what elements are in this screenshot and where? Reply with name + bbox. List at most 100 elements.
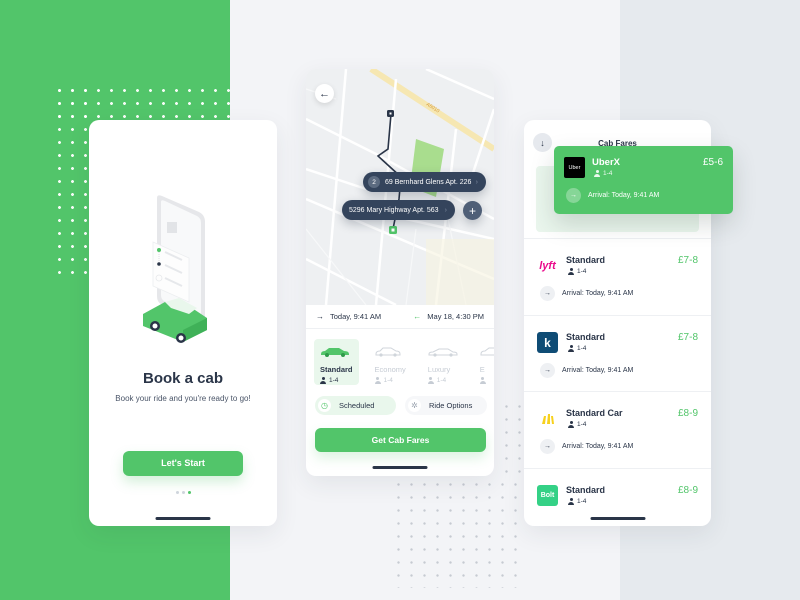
person-icon bbox=[594, 170, 600, 177]
person-icon bbox=[568, 421, 574, 428]
scheduled-button[interactable]: ◷ Scheduled bbox=[315, 396, 396, 415]
person-icon bbox=[427, 377, 434, 384]
depart-time[interactable]: → Today, 9:41 AM bbox=[316, 312, 381, 321]
fare-arrival: Arrival: Today, 9:41 AM bbox=[562, 443, 634, 450]
collapse-button[interactable]: ↓ bbox=[533, 133, 552, 152]
car-icon bbox=[321, 348, 349, 357]
fare-name: Standard bbox=[566, 332, 606, 342]
booking-options: ◷ Scheduled ✲ Ride Options bbox=[315, 396, 487, 415]
plus-icon: + bbox=[468, 203, 476, 218]
fare-price: £8-9 bbox=[677, 408, 698, 419]
person-icon bbox=[320, 377, 326, 384]
car-icon bbox=[480, 347, 494, 356]
scheduled-label: Scheduled bbox=[339, 401, 375, 410]
stop-pill[interactable]: 2 69 Bernhard Glens Apt. 226 › bbox=[363, 172, 486, 192]
ride-type-economy[interactable]: Economy 1-4 bbox=[369, 339, 412, 385]
page-indicator bbox=[89, 491, 277, 494]
fare-item[interactable]: lyft Standard 1-4 £7-8 → Arrival: Today, … bbox=[524, 238, 711, 314]
fare-price: £8-9 bbox=[677, 485, 698, 496]
bolt-logo: Bolt bbox=[537, 485, 558, 506]
arrow-left-icon: ← bbox=[319, 87, 330, 100]
arrow-right-icon: → bbox=[540, 286, 555, 301]
ride-options-label: Ride Options bbox=[429, 401, 473, 410]
ride-type-name: E bbox=[479, 365, 485, 374]
map[interactable]: A6010 ← 2 69 Bernhard Glens Apt. 226 › 5… bbox=[306, 69, 494, 305]
booking-screen: A6010 ← 2 69 Bernhard Glens Apt. 226 › 5… bbox=[306, 69, 494, 476]
taxi-logo bbox=[537, 408, 558, 429]
ride-capacity: 1-4 bbox=[436, 377, 447, 384]
fare-item[interactable]: k Standard 1-4 £7-8 → Arrival: Today, 9:4… bbox=[524, 315, 711, 391]
depart-time-text: Today, 9:41 AM bbox=[330, 312, 382, 321]
back-button[interactable]: ← bbox=[315, 84, 334, 103]
get-cab-fares-button[interactable]: Get Cab Fares bbox=[315, 428, 486, 452]
fare-capacity: 1-4 bbox=[577, 421, 587, 428]
onboarding-screen: Book a cab Book your ride and you're rea… bbox=[89, 120, 277, 526]
fare-capacity: 1-4 bbox=[577, 498, 587, 505]
fare-capacity: 1-4 bbox=[577, 345, 587, 352]
stop-pill[interactable]: 5296 Mary Highway Apt. 563 › bbox=[342, 200, 455, 220]
page-subtitle: Book your ride and you're ready to go! bbox=[115, 394, 251, 403]
person-icon bbox=[374, 377, 381, 384]
fare-price: £7-8 bbox=[677, 332, 698, 343]
arrow-right-icon: → bbox=[540, 439, 555, 454]
chevron-right-icon: › bbox=[475, 178, 478, 186]
ride-capacity: 1-4 bbox=[383, 377, 393, 384]
dot-pattern-gray bbox=[392, 478, 527, 588]
trip-times: → Today, 9:41 AM ← May 18, 4:30 PM bbox=[306, 305, 494, 329]
car-icon bbox=[375, 347, 401, 357]
ride-type-executive[interactable]: E bbox=[474, 339, 494, 385]
ride-type-name: Luxury bbox=[427, 365, 451, 374]
stop-address: 5296 Mary Highway Apt. 563 bbox=[349, 206, 439, 214]
ride-capacity: 1-4 bbox=[329, 377, 339, 384]
fare-arrival: Arrival: Today, 9:41 AM bbox=[588, 192, 660, 199]
page-dot[interactable] bbox=[181, 491, 185, 494]
fare-name: Standard bbox=[566, 255, 606, 265]
fare-price: £7-8 bbox=[677, 255, 698, 266]
uber-logo: Uber bbox=[564, 157, 585, 178]
lets-start-button[interactable]: Let's Start bbox=[123, 451, 243, 476]
fare-capacity: 1-4 bbox=[577, 268, 587, 275]
fare-price: £5-6 bbox=[702, 157, 723, 168]
ride-options-button[interactable]: ✲ Ride Options bbox=[405, 396, 487, 415]
clock-icon: ◷ bbox=[318, 399, 331, 412]
ride-type-luxury[interactable]: Luxury 1-4 bbox=[422, 339, 464, 385]
person-icon bbox=[568, 498, 574, 505]
chevron-right-icon: › bbox=[444, 206, 447, 214]
arrow-down-icon: ↓ bbox=[540, 137, 545, 148]
ride-type-selector: Standard 1-4 Economy 1-4 Luxury 1-4 E bbox=[314, 339, 494, 385]
ride-type-name: Standard bbox=[320, 365, 353, 374]
stop-number-badge: 2 bbox=[368, 176, 380, 188]
car-icon bbox=[428, 348, 458, 357]
stop-address: 69 Bernhard Glens Apt. 226 bbox=[385, 178, 472, 186]
return-time-text: May 18, 4:30 PM bbox=[427, 312, 484, 321]
lyft-logo: lyft bbox=[539, 259, 556, 272]
fare-name: Standard bbox=[566, 485, 606, 495]
page-title: Book a cab bbox=[142, 370, 224, 387]
arrow-left-icon: ← bbox=[413, 312, 422, 321]
ride-type-standard[interactable]: Standard 1-4 bbox=[314, 339, 359, 385]
fare-name: Standard Car bbox=[566, 408, 623, 418]
arrow-right-icon: → bbox=[540, 363, 555, 378]
page-dot[interactable] bbox=[175, 491, 179, 494]
home-indicator bbox=[155, 517, 211, 520]
page-dot-active[interactable] bbox=[187, 491, 191, 494]
home-indicator bbox=[590, 517, 645, 520]
kapten-logo: k bbox=[537, 332, 558, 353]
person-icon bbox=[479, 377, 486, 384]
fare-item[interactable]: Standard Car 1-4 £8-9 → Arrival: Today, 9… bbox=[524, 391, 711, 467]
home-indicator bbox=[372, 466, 428, 469]
return-time[interactable]: ← May 18, 4:30 PM bbox=[413, 312, 484, 321]
fare-item-selected[interactable]: Uber UberX 1-4 £5-6 → Arrival: Today, 9:4… bbox=[554, 146, 733, 214]
arrow-right-icon: → bbox=[316, 312, 324, 321]
fare-name: UberX bbox=[592, 157, 620, 168]
fare-arrival: Arrival: Today, 9:41 AM bbox=[562, 367, 634, 374]
fare-capacity: 1-4 bbox=[603, 170, 613, 177]
person-icon bbox=[568, 268, 574, 275]
fare-arrival: Arrival: Today, 9:41 AM bbox=[562, 290, 634, 297]
gear-icon: ✲ bbox=[408, 399, 421, 412]
person-icon bbox=[568, 345, 574, 352]
phone-car-illustration bbox=[143, 195, 207, 343]
ride-type-name: Economy bbox=[374, 365, 406, 374]
add-stop-button[interactable]: + bbox=[463, 201, 482, 220]
arrow-right-icon: → bbox=[566, 188, 581, 203]
